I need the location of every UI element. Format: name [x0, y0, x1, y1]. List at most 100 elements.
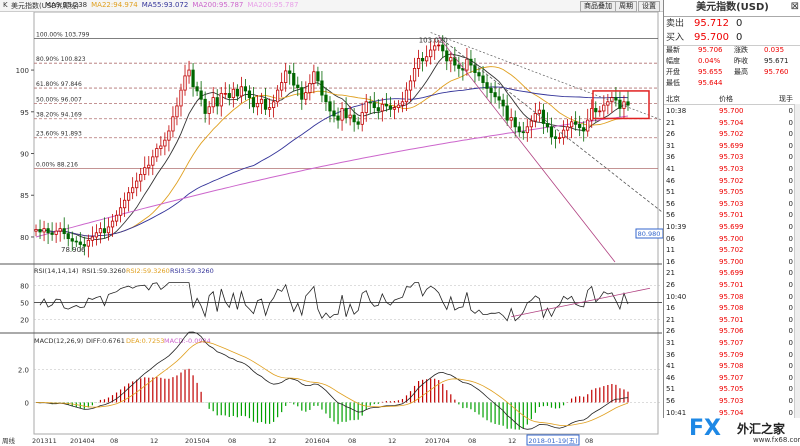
rsi2-label: RSI2:59.3260 — [126, 267, 170, 275]
candle-body — [533, 113, 537, 122]
time-tick-label: 201604 — [305, 437, 330, 445]
tick-time: 21 — [666, 315, 675, 324]
tick-price: 95.707 — [719, 373, 744, 382]
candle-body — [46, 228, 50, 234]
candle-body — [267, 107, 272, 110]
period-label: K — [3, 1, 8, 9]
tick-time: 11 — [666, 246, 675, 255]
time-tick-label: 12 — [268, 437, 276, 445]
kline-chart[interactable]: 100.00% 103.799 80.90% 100.823 61.80% 97.8… — [0, 0, 663, 446]
tick-time: 06 — [666, 234, 675, 243]
candle-body — [34, 229, 38, 232]
settings-button[interactable]: 设置 — [638, 1, 660, 12]
tick-time: 56 — [666, 211, 675, 220]
time-tick-label: 08 — [228, 437, 236, 445]
tick-time: 10:41 — [666, 408, 687, 417]
period-button[interactable]: 周期 — [615, 1, 637, 12]
tick-price: 95.706 — [719, 327, 744, 336]
sell-label: 卖出 — [666, 19, 685, 29]
tick-row: 16 95.700 0 — [664, 257, 800, 267]
tick-price: 95.699 — [719, 141, 744, 150]
candle-body — [626, 101, 630, 106]
candle-body — [537, 109, 541, 114]
tick-row: 36 95.709 0 — [664, 350, 800, 360]
tick-price: 95.708 — [719, 292, 744, 301]
candle-body — [110, 220, 115, 228]
tick-time: 16 — [666, 257, 675, 266]
candle-body — [300, 87, 304, 100]
time-tick-label: 08 — [468, 437, 476, 445]
buy-row: 买入 95.700 0 — [664, 31, 800, 46]
tick-price: 95.701 — [719, 315, 744, 324]
candle-body — [280, 82, 284, 91]
candle-body — [336, 115, 340, 121]
candle-body — [118, 207, 123, 216]
stat-value: 95.655 — [698, 68, 723, 76]
time-tick-label: 12 — [150, 437, 158, 445]
candle-body — [284, 70, 288, 83]
logo-name: 外汇之家 — [737, 422, 786, 436]
tick-time: 26 — [666, 130, 675, 139]
quote-panel: 美元指数(USD) ⊠ 卖出 95.712 0 买入 95.700 0 最新 95… — [663, 0, 800, 446]
candle-body — [404, 89, 409, 103]
tick-time: 10:38 — [666, 107, 687, 115]
overlay-button[interactable]: 商品叠加 — [580, 1, 616, 12]
tick-row: 06 95.700 0 — [664, 234, 800, 244]
candle-body — [501, 99, 505, 107]
candle-body — [239, 86, 243, 97]
time-tick-label: 08 — [348, 437, 356, 445]
candle-body — [199, 90, 203, 100]
tick-price: 95.699 — [719, 223, 744, 231]
close-icon[interactable]: ⊠ — [791, 1, 799, 12]
ticks-scrollbar[interactable] — [794, 104, 800, 434]
candle-body — [437, 44, 441, 47]
candle-body — [517, 126, 521, 133]
candle-body — [106, 226, 111, 234]
candle-body — [618, 99, 622, 109]
tick-row: 10:41 95.704 0 — [664, 408, 800, 418]
candle-body — [578, 123, 582, 129]
candle-body — [449, 57, 453, 62]
sell-value: 95.712 — [694, 18, 729, 29]
tick-row: 11 95.702 0 — [664, 245, 800, 255]
candle-body — [159, 145, 163, 149]
tick-time: 46 — [666, 176, 675, 185]
candle-body — [408, 80, 413, 91]
candle-body — [114, 214, 119, 222]
tick-volume: 0 — [788, 397, 793, 405]
chart-header: K 美元指数(USD)(周线) MA9:95.238 MA22:94.974 MA5… — [0, 0, 663, 12]
tick-row: 21 95.699 0 — [664, 268, 800, 278]
stat-value: 95.760 — [764, 68, 789, 76]
tick-time: 21 — [666, 118, 675, 127]
tick-row: 46 95.707 0 — [664, 373, 800, 383]
candle-body — [505, 105, 509, 121]
candle-body — [457, 64, 461, 69]
time-tick-label: 周线 — [2, 436, 16, 445]
candle-body — [485, 82, 489, 89]
candle-body — [179, 89, 183, 107]
candle-body — [247, 90, 252, 99]
candle-body — [102, 228, 107, 234]
tick-price: 95.702 — [719, 246, 744, 255]
candle-body — [489, 88, 493, 94]
fib-label: 38.20% 94.169 — [36, 112, 82, 119]
candle-body — [207, 106, 211, 114]
tick-row: 56 95.701 0 — [664, 210, 800, 220]
tick-row: 16 95.708 0 — [664, 303, 800, 313]
candle-body — [187, 69, 191, 77]
tick-volume: 0 — [788, 315, 793, 324]
candle-body — [481, 75, 485, 83]
candle-body — [348, 114, 352, 119]
tick-volume: 0 — [788, 281, 793, 289]
candle-body — [509, 117, 513, 121]
low-label: 78.906 — [61, 246, 86, 254]
tick-row: 51 95.705 0 — [664, 384, 800, 394]
candle-body — [441, 44, 445, 52]
candle-body — [259, 98, 264, 104]
candle-body — [557, 137, 562, 139]
candle-body — [66, 233, 70, 240]
tick-price: 95.699 — [719, 269, 744, 278]
stat-value: 95.644 — [698, 79, 723, 87]
candle-body — [445, 50, 449, 62]
tick-volume: 0 — [788, 327, 793, 336]
